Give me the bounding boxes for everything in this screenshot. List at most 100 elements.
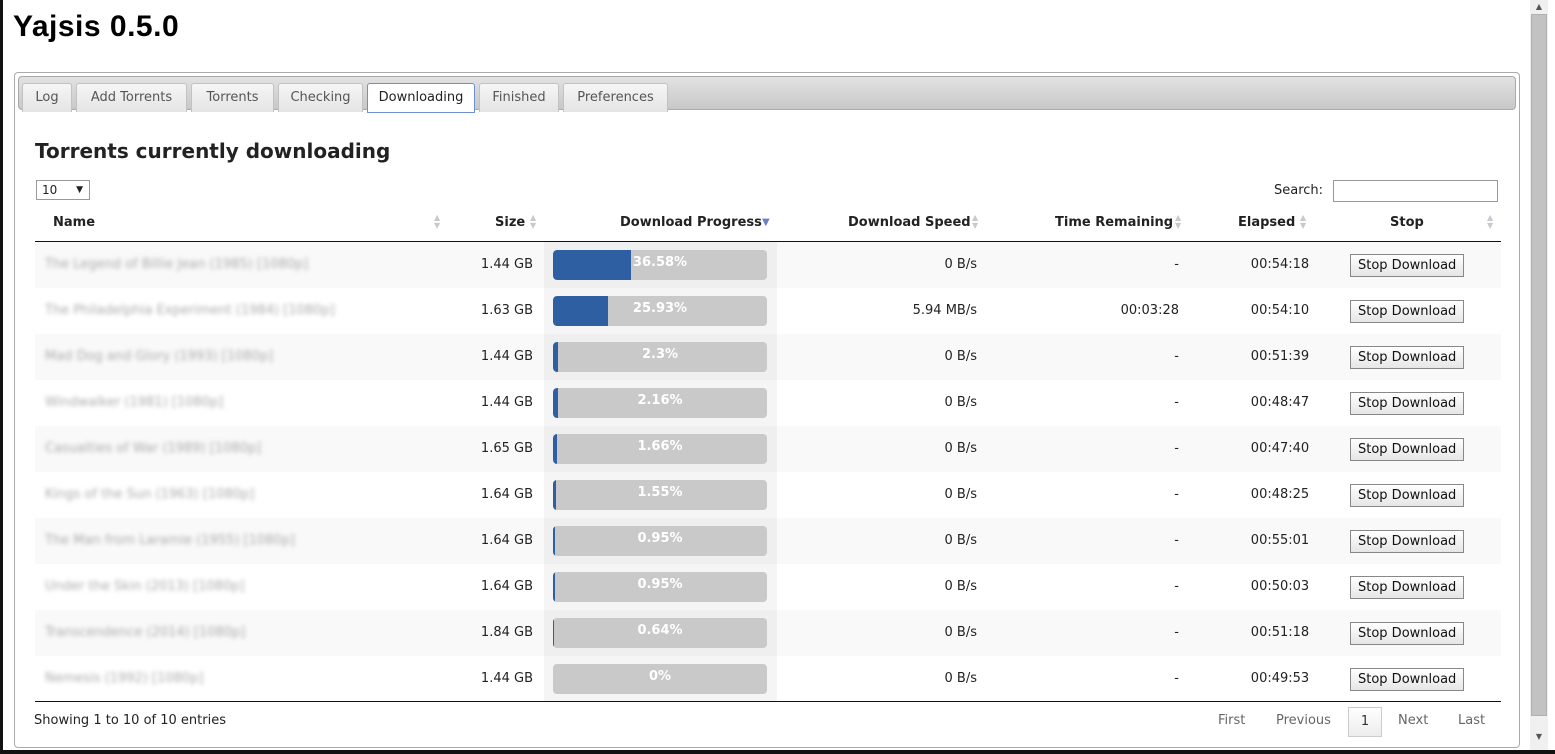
torrent-size: 1.64 GB bbox=[480, 579, 533, 594]
progress-bar: 1.66% bbox=[553, 434, 767, 464]
download-speed: 0 B/s bbox=[944, 625, 977, 640]
progress-cell: 2.16% bbox=[544, 380, 777, 426]
stop-download-button[interactable]: Stop Download bbox=[1350, 392, 1465, 415]
elapsed-time: 00:48:25 bbox=[1250, 487, 1310, 502]
tab-preferences[interactable]: Preferences bbox=[563, 83, 668, 112]
section-title: Torrents currently downloading bbox=[35, 139, 391, 163]
elapsed-time: 00:50:03 bbox=[1250, 579, 1310, 594]
stop-download-button[interactable]: Stop Download bbox=[1350, 438, 1465, 461]
progress-cell: 1.66% bbox=[544, 426, 777, 472]
time-remaining: - bbox=[1174, 257, 1179, 272]
stop-download-button[interactable]: Stop Download bbox=[1350, 530, 1465, 553]
sort-both-icon: ▲ ▼ bbox=[1175, 213, 1182, 230]
chevron-down-icon: ▼ bbox=[76, 185, 83, 195]
time-remaining: - bbox=[1174, 395, 1179, 410]
column-header-download-progress[interactable]: Download Progress bbox=[620, 209, 762, 241]
time-remaining: - bbox=[1174, 441, 1179, 456]
column-header-time-remaining[interactable]: Time Remaining bbox=[1055, 209, 1173, 241]
column-header-download-speed[interactable]: Download Speed bbox=[848, 209, 971, 241]
torrent-name: Under the Skin (2013) [1080p] bbox=[45, 579, 245, 594]
tab-torrents[interactable]: Torrents bbox=[191, 83, 274, 112]
progress-label: 0.64% bbox=[637, 623, 683, 638]
download-speed: 0 B/s bbox=[944, 349, 977, 364]
torrent-name: Nemesis (1992) [1080p] bbox=[45, 671, 204, 686]
progress-cell: 0.64% bbox=[544, 610, 777, 656]
sort-both-icon: ▲ ▼ bbox=[972, 213, 979, 230]
progress-label: 1.55% bbox=[637, 485, 683, 500]
tab-finished[interactable]: Finished bbox=[479, 83, 559, 112]
elapsed-time: 00:49:53 bbox=[1250, 671, 1310, 686]
progress-cell: 2.3% bbox=[544, 334, 777, 380]
table-row: Transcendence (2014) [1080p] 1.84 GB 0.64%… bbox=[35, 610, 1501, 656]
pagination-next[interactable]: Next bbox=[1398, 713, 1428, 728]
download-speed: 0 B/s bbox=[944, 441, 977, 456]
time-remaining: - bbox=[1174, 487, 1179, 502]
stop-download-button[interactable]: Stop Download bbox=[1350, 668, 1465, 691]
pagination-last[interactable]: Last bbox=[1458, 713, 1485, 728]
torrent-size: 1.44 GB bbox=[480, 349, 533, 364]
progress-bar: 36.58% bbox=[553, 250, 767, 280]
progress-label: 2.16% bbox=[637, 393, 683, 408]
column-header-stop[interactable]: Stop bbox=[1390, 209, 1424, 241]
stop-download-button[interactable]: Stop Download bbox=[1350, 484, 1465, 507]
column-header-name[interactable]: Name bbox=[53, 209, 95, 241]
torrent-size: 1.64 GB bbox=[480, 533, 533, 548]
elapsed-time: 00:54:18 bbox=[1250, 257, 1310, 272]
progress-bar: 0.95% bbox=[553, 572, 767, 602]
progress-cell: 1.55% bbox=[544, 472, 777, 518]
time-remaining: - bbox=[1174, 349, 1179, 364]
download-speed: 0 B/s bbox=[944, 533, 977, 548]
progress-label: 36.58% bbox=[632, 255, 688, 270]
stop-download-button[interactable]: Stop Download bbox=[1350, 622, 1465, 645]
progress-cell: 0.95% bbox=[544, 564, 777, 610]
torrent-size: 1.44 GB bbox=[480, 257, 533, 272]
stop-download-button[interactable]: Stop Download bbox=[1350, 254, 1465, 277]
table-row: Windwalker (1981) [1080p] 1.44 GB 2.16% 0 B… bbox=[35, 380, 1501, 426]
progress-label: 25.93% bbox=[632, 301, 688, 316]
torrent-name: Kings of the Sun (1963) [1080p] bbox=[45, 487, 255, 502]
elapsed-time: 00:51:18 bbox=[1250, 625, 1310, 640]
table-row: The Legend of Billie Jean (1985) [1080p]… bbox=[35, 242, 1501, 288]
time-remaining: - bbox=[1174, 533, 1179, 548]
sort-both-icon: ▲ ▼ bbox=[1300, 213, 1307, 230]
torrent-name: Windwalker (1981) [1080p] bbox=[45, 395, 224, 410]
torrent-name: Casualties of War (1989) [1080p] bbox=[45, 441, 262, 456]
progress-cell: 0.95% bbox=[544, 518, 777, 564]
time-remaining: - bbox=[1174, 671, 1179, 686]
sort-desc-icon: ▼ bbox=[762, 217, 770, 228]
scroll-down-icon[interactable]: ▼ bbox=[1531, 730, 1547, 744]
pagination-page[interactable]: 1 bbox=[1348, 707, 1382, 737]
tab-add-torrents[interactable]: Add Torrents bbox=[76, 83, 187, 112]
torrent-name: The Legend of Billie Jean (1985) [1080p] bbox=[45, 257, 309, 272]
torrent-size: 1.63 GB bbox=[480, 303, 533, 318]
stop-download-button[interactable]: Stop Download bbox=[1350, 576, 1465, 599]
progress-bar: 25.93% bbox=[553, 296, 767, 326]
progress-label: 2.3% bbox=[641, 347, 679, 362]
pagination-first[interactable]: First bbox=[1218, 713, 1245, 728]
time-remaining: - bbox=[1174, 625, 1179, 640]
tab-downloading[interactable]: Downloading bbox=[367, 83, 475, 113]
torrent-size: 1.84 GB bbox=[480, 625, 533, 640]
search-label: Search: bbox=[1274, 183, 1324, 198]
pagination-previous[interactable]: Previous bbox=[1276, 713, 1331, 728]
column-header-size[interactable]: Size bbox=[495, 209, 525, 241]
download-speed: 5.94 MB/s bbox=[912, 303, 977, 318]
time-remaining: - bbox=[1174, 579, 1179, 594]
progress-bar: 2.16% bbox=[553, 388, 767, 418]
stop-download-button[interactable]: Stop Download bbox=[1350, 346, 1465, 369]
stop-download-button[interactable]: Stop Download bbox=[1350, 300, 1465, 323]
scrollbar-thumb[interactable] bbox=[1531, 14, 1547, 716]
table-row: Nemesis (1992) [1080p] 1.44 GB 0% 0 B/s - 00:… bbox=[35, 656, 1501, 702]
column-header-elapsed[interactable]: Elapsed bbox=[1238, 209, 1295, 241]
search-input[interactable] bbox=[1333, 180, 1498, 202]
tab-log[interactable]: Log bbox=[22, 83, 72, 112]
sort-both-icon: ▲ ▼ bbox=[434, 213, 441, 230]
table-row: Casualties of War (1989) [1080p] 1.65 GB 1… bbox=[35, 426, 1501, 472]
scroll-up-icon[interactable]: ▲ bbox=[1531, 0, 1547, 14]
progress-label: 0.95% bbox=[637, 577, 683, 592]
torrent-size: 1.64 GB bbox=[480, 487, 533, 502]
progress-bar: 0.95% bbox=[553, 526, 767, 556]
tab-checking[interactable]: Checking bbox=[278, 83, 363, 112]
entries-length-select[interactable]: 10 ▼ bbox=[36, 180, 90, 200]
table-row: The Philadelphia Experiment (1984) [1080… bbox=[35, 288, 1501, 334]
